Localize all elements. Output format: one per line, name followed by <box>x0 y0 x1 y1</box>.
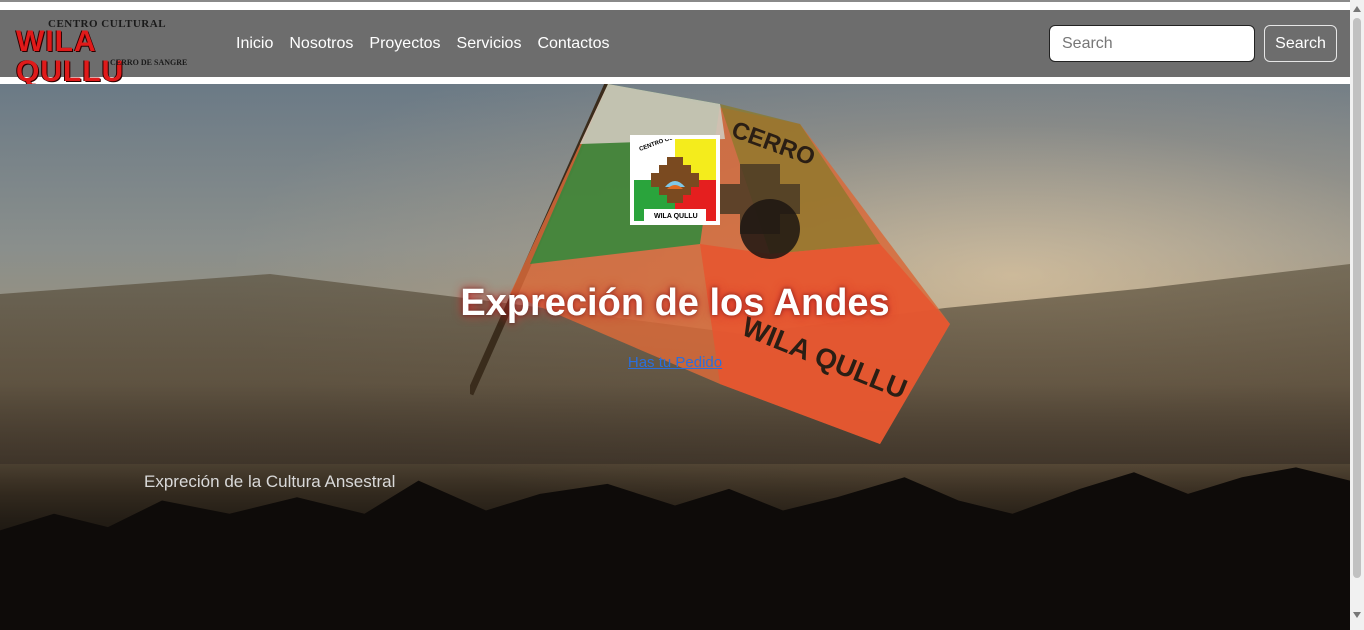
hero-banner: CERRO WILA QULLU CENTRO CULTURAL WILA QU… <box>0 84 1350 630</box>
hero-title: Expreción de los Andes <box>460 282 890 324</box>
emblem-bottom-text: WILA QULLU <box>654 213 698 220</box>
nav-link-inicio[interactable]: Inicio <box>236 35 273 53</box>
nav-link-servicios[interactable]: Servicios <box>457 35 522 53</box>
navbar: CENTRO CULTURAL WILA QULLU CERRO DE SANG… <box>0 10 1350 87</box>
page-scrollbar[interactable] <box>1350 0 1364 630</box>
hero-caption: Expreción de la Cultura Ansestral <box>144 472 396 491</box>
search-button[interactable]: Search <box>1264 25 1337 62</box>
window-top-strip <box>0 0 1350 10</box>
wila-qullu-emblem: CENTRO CULTURAL WILA QULLU <box>630 127 720 225</box>
brand-logo[interactable]: CENTRO CULTURAL WILA QULLU CERRO DE SANG… <box>14 18 210 87</box>
nav-link-proyectos[interactable]: Proyectos <box>369 35 440 53</box>
nav-links: Inicio Nosotros Proyectos Servicios Cont… <box>236 10 625 77</box>
nav-link-contactos[interactable]: Contactos <box>537 35 609 53</box>
nav-link-nosotros[interactable]: Nosotros <box>289 35 353 53</box>
scroll-up-icon[interactable] <box>1353 6 1361 12</box>
brand-bottom-text: CERRO DE SANGRE <box>110 58 188 67</box>
search-input[interactable] <box>1049 25 1255 62</box>
scroll-down-icon[interactable] <box>1353 612 1361 618</box>
order-link[interactable]: Has tu Pedido <box>0 354 1350 371</box>
scroll-thumb[interactable] <box>1353 18 1361 578</box>
brand-name: WILA QULLU <box>16 25 125 88</box>
